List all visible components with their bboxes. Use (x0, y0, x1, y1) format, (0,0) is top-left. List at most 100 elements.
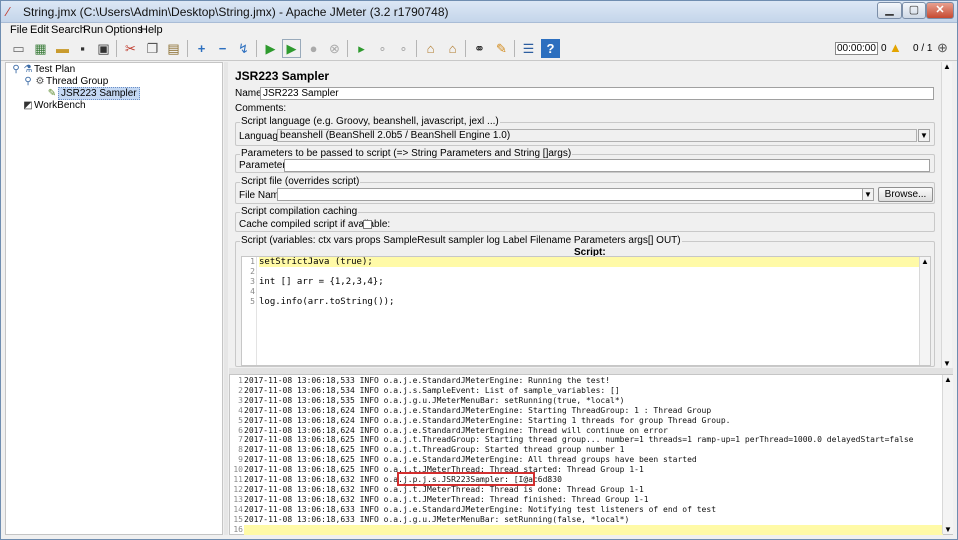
log-line-number: 8 (238, 445, 243, 455)
scroll-up-icon[interactable]: ▲ (921, 257, 929, 266)
line-number: 3 (250, 277, 255, 286)
log-scrollbar[interactable]: ▲ ▼ (942, 375, 953, 534)
templates-icon[interactable]: ▦ (31, 39, 50, 58)
menu-search[interactable]: Search (51, 24, 86, 36)
log-viewer[interactable]: 1 2017-11-08 13:06:18,533 INFO o.a.j.e.St… (229, 374, 953, 535)
log-line: 2017-11-08 13:06:18,624 INFO o.a.j.e.Sta… (244, 415, 731, 425)
log-line-number: 1 (238, 376, 243, 385)
compilation-caching-group: Script compilation caching Cache compile… (235, 206, 935, 232)
clear-all-icon[interactable]: ⌂ (443, 39, 462, 58)
menu-run[interactable]: Run (83, 24, 103, 36)
log-line-number: 16 (233, 524, 243, 534)
log-line-number: 2 (238, 385, 243, 395)
remote-status-icon: ⊕ (937, 40, 948, 55)
compilation-caching-group-label: Script compilation caching (240, 206, 359, 217)
parameters-field[interactable] (284, 159, 930, 172)
expand-icon[interactable]: + (192, 39, 211, 58)
save-as-icon[interactable]: ▣ (94, 39, 113, 58)
log-line-number: 12 (233, 484, 243, 494)
chevron-down-icon[interactable]: ▼ (918, 129, 930, 142)
browse-button[interactable]: Browse... (878, 187, 933, 202)
log-line-number: 15 (233, 514, 243, 524)
remote-start-icon[interactable]: ▸ (352, 39, 371, 58)
menu-file[interactable]: File (10, 24, 28, 36)
chevron-down-icon[interactable]: ▼ (862, 188, 874, 201)
active-threads: 0 / 1 (913, 43, 933, 54)
script-editor[interactable]: 1 2 3 4 5 setStrictJava (true); int [] a… (241, 256, 931, 366)
log-line-number: 4 (238, 405, 243, 415)
panel-scrollbar[interactable]: ▲ ▼ (941, 62, 952, 368)
editor-gutter: 1 2 3 4 5 (242, 257, 257, 365)
log-line-number: 13 (233, 494, 243, 504)
minimize-button[interactable]: ▁ (877, 2, 902, 19)
log-line: 2017-11-08 13:06:18,632 INFO o.a.j.t.JMe… (244, 484, 644, 494)
pane-divider[interactable] (224, 62, 228, 535)
menu-options[interactable]: Options (105, 24, 143, 36)
new-icon[interactable]: ▭ (9, 39, 28, 58)
log-line-number: 7 (238, 435, 243, 445)
log-line: 2017-11-08 13:06:18,534 INFO o.a.j.s.Sam… (244, 385, 620, 395)
reset-search-icon[interactable]: ✎ (492, 39, 511, 58)
menu-help[interactable]: Help (140, 24, 163, 36)
search-icon[interactable]: ⚭ (470, 39, 489, 58)
function-helper-icon[interactable]: ☰ (519, 39, 538, 58)
jmeter-feather-icon: ⁄ (7, 4, 10, 19)
close-button[interactable]: ✕ (926, 2, 954, 19)
log-line-number: 11 (233, 475, 243, 484)
help-icon[interactable]: ? (541, 39, 560, 58)
open-icon[interactable]: ▬ (53, 39, 72, 58)
parameters-group-label: Parameters to be passed to script (=> St… (240, 148, 573, 159)
code-line: log.info(arr.toString()); (259, 297, 395, 307)
editor-scrollbar[interactable]: ▲ (919, 257, 930, 365)
clear-icon[interactable]: ⌂ (421, 39, 440, 58)
comments-field[interactable] (277, 102, 934, 115)
language-select[interactable]: beanshell (BeanShell 2.0b5 / BeanShell E… (277, 129, 917, 142)
remote-stop-icon[interactable]: ∘ (373, 39, 392, 58)
title-bar: ⁄ String.jmx (C:\Users\Admin\Desktop\Str… (1, 1, 957, 23)
code-line: int [] arr = {1,2,3,4}; (259, 277, 384, 287)
start-icon[interactable]: ▶ (261, 39, 280, 58)
toolbar-separator (416, 40, 417, 57)
scroll-down-icon[interactable]: ▼ (944, 525, 952, 534)
warning-icon[interactable]: ▲ (889, 40, 902, 55)
stop-icon[interactable]: ● (304, 39, 323, 58)
shutdown-icon[interactable]: ⊗ (325, 39, 344, 58)
cache-checkbox[interactable] (363, 220, 372, 229)
tree-item-jsr223-sampler[interactable]: ✎ JSR223 Sampler (46, 87, 140, 100)
workbench-icon: ◩ (23, 100, 33, 111)
start-no-pause-icon[interactable]: ▶ (282, 39, 301, 58)
menu-edit[interactable]: Edit (30, 24, 49, 36)
line-number: 4 (250, 287, 255, 296)
script-file-group: Script file (overrides script) File Name… (235, 176, 935, 204)
script-language-group-label: Script language (e.g. Groovy, beanshell,… (240, 116, 500, 127)
log-line-number: 10 (233, 465, 243, 475)
scroll-up-icon[interactable]: ▲ (944, 375, 952, 384)
paste-icon[interactable]: ▤ (164, 39, 183, 58)
save-icon[interactable]: ▪ (73, 39, 92, 58)
elapsed-timer: 00:00:00 (835, 42, 878, 55)
log-line: 2017-11-08 13:06:18,624 INFO o.a.j.e.Sta… (244, 405, 712, 415)
name-field[interactable]: JSR223 Sampler (260, 87, 934, 100)
maximize-button[interactable]: ▢ (902, 2, 926, 19)
toolbar-separator (116, 40, 117, 57)
menu-bar: File Edit Search Run Options Help (1, 23, 957, 37)
thread-group-icon: ⚙ (35, 76, 45, 87)
toggle-icon[interactable]: ↯ (234, 39, 253, 58)
copy-icon[interactable]: ❐ (143, 39, 162, 58)
scroll-up-icon[interactable]: ▲ (943, 62, 951, 71)
tree-item-workbench[interactable]: ◩WorkBench (22, 100, 85, 112)
log-line: 2017-11-08 13:06:18,624 INFO o.a.j.e.Sta… (244, 425, 668, 435)
collapse-icon[interactable]: − (213, 39, 232, 58)
line-number: 5 (250, 297, 255, 306)
log-line: 2017-11-08 13:06:18,633 INFO o.a.j.e.Sta… (244, 504, 717, 514)
file-name-field[interactable] (277, 188, 863, 201)
cut-icon[interactable]: ✂ (121, 39, 140, 58)
expand-toggle-icon[interactable]: ⚲ (10, 64, 22, 75)
log-line: 2017-11-08 13:06:18,625 INFO o.a.j.t.Thr… (244, 435, 914, 445)
toolbar-separator (347, 40, 348, 57)
scroll-down-icon[interactable]: ▼ (943, 359, 951, 368)
expand-toggle-icon[interactable]: ⚲ (22, 76, 34, 87)
tree-item-test-plan[interactable]: ⚲ ⚗ Test Plan (10, 64, 75, 76)
log-line: 2017-11-08 13:06:18,632 INFO o.a.j.t.JMe… (244, 494, 649, 504)
remote-shutdown-icon[interactable]: ∘ (394, 39, 413, 58)
